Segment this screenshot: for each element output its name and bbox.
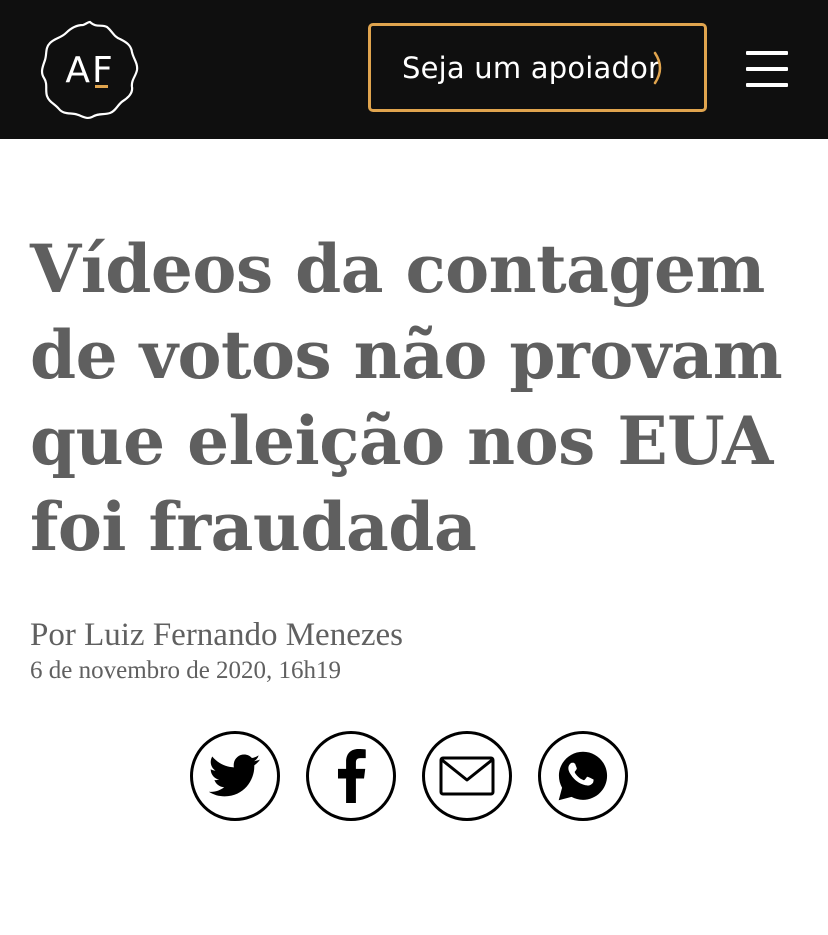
facebook-icon: [337, 749, 366, 803]
twitter-icon: [209, 754, 261, 797]
share-email-button[interactable]: [422, 731, 512, 821]
chevron-right-icon: [653, 51, 662, 85]
site-logo[interactable]: AF: [38, 18, 142, 122]
article-title: Vídeos da contagem de votos não provam q…: [30, 230, 783, 566]
share-whatsapp-button[interactable]: [538, 731, 628, 821]
email-icon: [439, 756, 495, 796]
become-supporter-button[interactable]: Seja um apoiador: [368, 23, 707, 112]
article-date: 6 de novembro de 2020, 16h19: [30, 657, 342, 684]
share-twitter-button[interactable]: [190, 731, 280, 821]
article-byline: Por Luiz Fernando Menezes: [30, 617, 403, 653]
share-facebook-button[interactable]: [306, 731, 396, 821]
hamburger-menu-icon[interactable]: [746, 51, 788, 87]
page: AF Seja um apoiador Vídeos da contagem d…: [0, 0, 828, 935]
top-bar: AF Seja um apoiador: [0, 0, 828, 139]
menu-line: [746, 67, 788, 71]
whatsapp-icon: [558, 751, 608, 801]
logo-text: AF: [65, 49, 115, 91]
menu-line: [746, 83, 788, 87]
menu-line: [746, 51, 788, 55]
become-supporter-label: Seja um apoiador: [402, 50, 661, 85]
logo-accent-mark: [95, 85, 108, 88]
